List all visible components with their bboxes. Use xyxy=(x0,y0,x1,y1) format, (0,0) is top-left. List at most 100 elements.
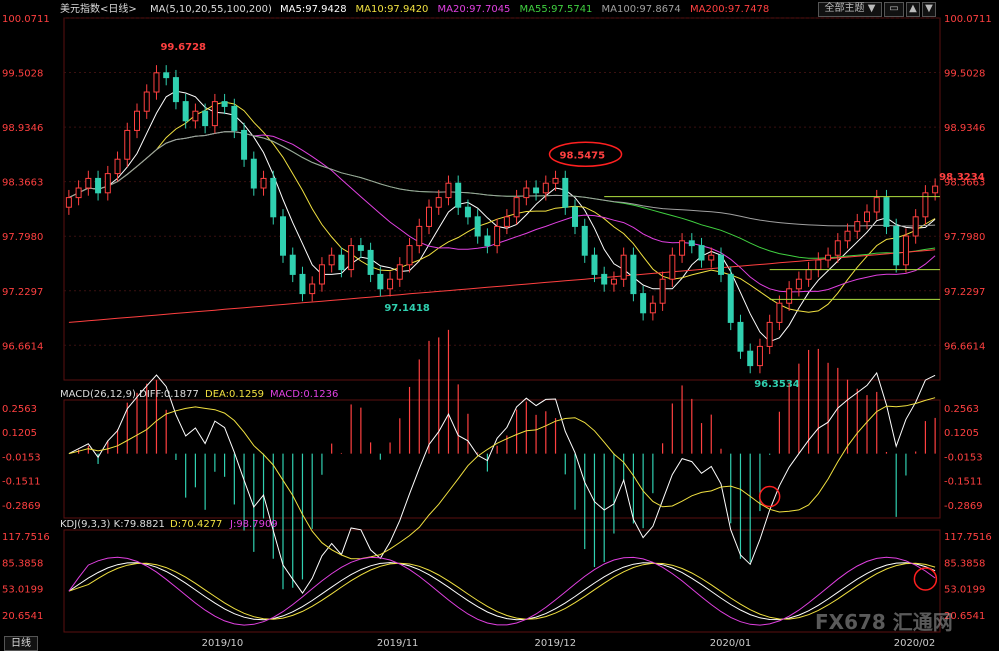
candle-body xyxy=(902,235,909,266)
annotation-label: 96.3534 xyxy=(754,379,800,390)
candle-body xyxy=(523,187,530,199)
theme-button[interactable]: 全部主题 ▼ xyxy=(818,2,882,17)
candle-body xyxy=(932,185,939,194)
axis-labels: 100.0711 100.0711 99.5028 99.5028 98.9346 98.… xyxy=(2,14,992,649)
kdj-d-label: D:70.4277 xyxy=(170,519,222,530)
price-tick-left: 97.7980 xyxy=(2,232,43,243)
ma5-line xyxy=(68,90,936,343)
candle-body xyxy=(192,110,199,122)
macd-tick-left: -0.2869 xyxy=(2,501,41,512)
candle-body xyxy=(844,230,851,242)
kdj-tick-right: 53.0199 xyxy=(944,585,985,596)
candle-body xyxy=(95,177,102,194)
candle-body xyxy=(104,173,111,194)
candle-body xyxy=(406,245,413,266)
candle-body xyxy=(143,91,150,112)
kdj-j-line xyxy=(68,556,936,626)
price-tick-right: 97.2297 xyxy=(944,287,985,298)
candle-body xyxy=(630,254,637,295)
price-tick-right: 98.9346 xyxy=(944,123,985,134)
macd-tick-right: -0.1511 xyxy=(944,477,983,488)
ma-value-label: MA100:97.8674 xyxy=(602,4,681,15)
candle-body xyxy=(747,350,754,367)
candle-body xyxy=(163,72,170,79)
candle-body xyxy=(464,206,471,218)
candle-body xyxy=(601,273,608,285)
price-tick-right: 100.0711 xyxy=(944,14,992,25)
macd-dea-label: DEA:0.1259 xyxy=(205,389,264,400)
candle-body xyxy=(640,293,647,314)
chart-canvas: 99.672897.141898.547596.353498.3234 100.… xyxy=(2,2,992,649)
candle-body xyxy=(231,105,238,131)
macd-tick-right: 0.1205 xyxy=(944,428,979,439)
macd-tick-right: -0.2869 xyxy=(944,501,983,512)
price-tick-right: 96.6614 xyxy=(944,341,985,352)
kdj-d-line xyxy=(68,562,936,620)
candle-body xyxy=(416,225,423,247)
ma-value-label: MA5:97.9428 xyxy=(280,4,347,15)
watermark: FX678 汇通网 xyxy=(815,610,953,634)
x-tick-label: 2020/01 xyxy=(710,638,752,649)
window-collapse-icon[interactable]: ▼ xyxy=(922,2,936,17)
ma-value-label: MA55:97.5741 xyxy=(520,4,593,15)
candle-body xyxy=(182,101,189,122)
macd-params-label: MACD(26,12,9) DIFF:0.1877 xyxy=(60,389,199,400)
window-menu-icon[interactable]: ▭ xyxy=(884,2,904,17)
window-expand-icon[interactable]: ▲ xyxy=(906,2,920,17)
kdj-tick-left: 53.0199 xyxy=(2,585,43,596)
candle-body xyxy=(708,254,715,261)
candle-body xyxy=(562,177,569,208)
candle-body xyxy=(581,225,588,256)
kdj-tick-left: 20.6541 xyxy=(2,611,43,622)
macd-tick-left: -0.0153 xyxy=(2,452,41,463)
price-tick-left: 98.3663 xyxy=(2,178,43,189)
candle-body xyxy=(756,345,763,367)
price-tick-right: 98.3663 xyxy=(944,178,985,189)
candle-body xyxy=(688,240,695,247)
macd-cross-circle xyxy=(758,485,781,508)
candle-body xyxy=(727,273,734,323)
candlestick-series xyxy=(65,65,939,374)
candle-body xyxy=(912,216,919,237)
annotation-label: 99.6728 xyxy=(160,42,206,53)
candle-body xyxy=(883,197,890,227)
price-tick-left: 99.5028 xyxy=(2,69,43,80)
instrument-label: 美元指数<日线> xyxy=(60,2,137,15)
x-tick-label: 2019/10 xyxy=(202,638,244,649)
candle-body xyxy=(377,273,384,290)
dropdown-arrow-icon: ▼ xyxy=(867,3,876,14)
candle-body xyxy=(280,216,286,256)
candle-body xyxy=(494,225,501,247)
kdj-tick-right: 85.3858 xyxy=(944,558,985,569)
macd-dea-line xyxy=(68,397,936,560)
candle-body xyxy=(815,259,822,271)
candle-body xyxy=(289,254,296,275)
ma20-line xyxy=(68,131,936,293)
ma100-line xyxy=(68,131,936,227)
bottom-tab-daily[interactable]: 日线 xyxy=(4,636,38,651)
candle-body xyxy=(348,245,355,271)
candle-body xyxy=(669,254,676,280)
macd-tick-left: 0.1205 xyxy=(2,428,37,439)
price-tick-left: 98.9346 xyxy=(2,123,43,134)
moving-average-lines xyxy=(68,90,936,343)
ma55-line xyxy=(68,131,936,259)
x-tick-label: 2019/12 xyxy=(535,638,577,649)
candle-body xyxy=(484,235,491,247)
candle-body xyxy=(299,273,306,295)
candle-body xyxy=(718,254,724,275)
candle-body xyxy=(572,206,578,227)
candle-body xyxy=(649,302,656,314)
candle-body xyxy=(893,225,900,266)
candle-body xyxy=(260,177,267,189)
kdj-tick-left: 117.7516 xyxy=(2,532,50,543)
candle-body xyxy=(221,101,228,107)
kdj-tick-right: 117.7516 xyxy=(944,532,992,543)
macd-panel xyxy=(68,329,936,594)
candle-body xyxy=(776,302,783,323)
kdj-j-label: J:98.7909 xyxy=(229,519,278,530)
candle-body xyxy=(795,278,802,290)
macd-diff-line xyxy=(68,371,936,594)
candle-body xyxy=(124,129,131,160)
macd-tick-right: 0.2563 xyxy=(944,404,979,415)
